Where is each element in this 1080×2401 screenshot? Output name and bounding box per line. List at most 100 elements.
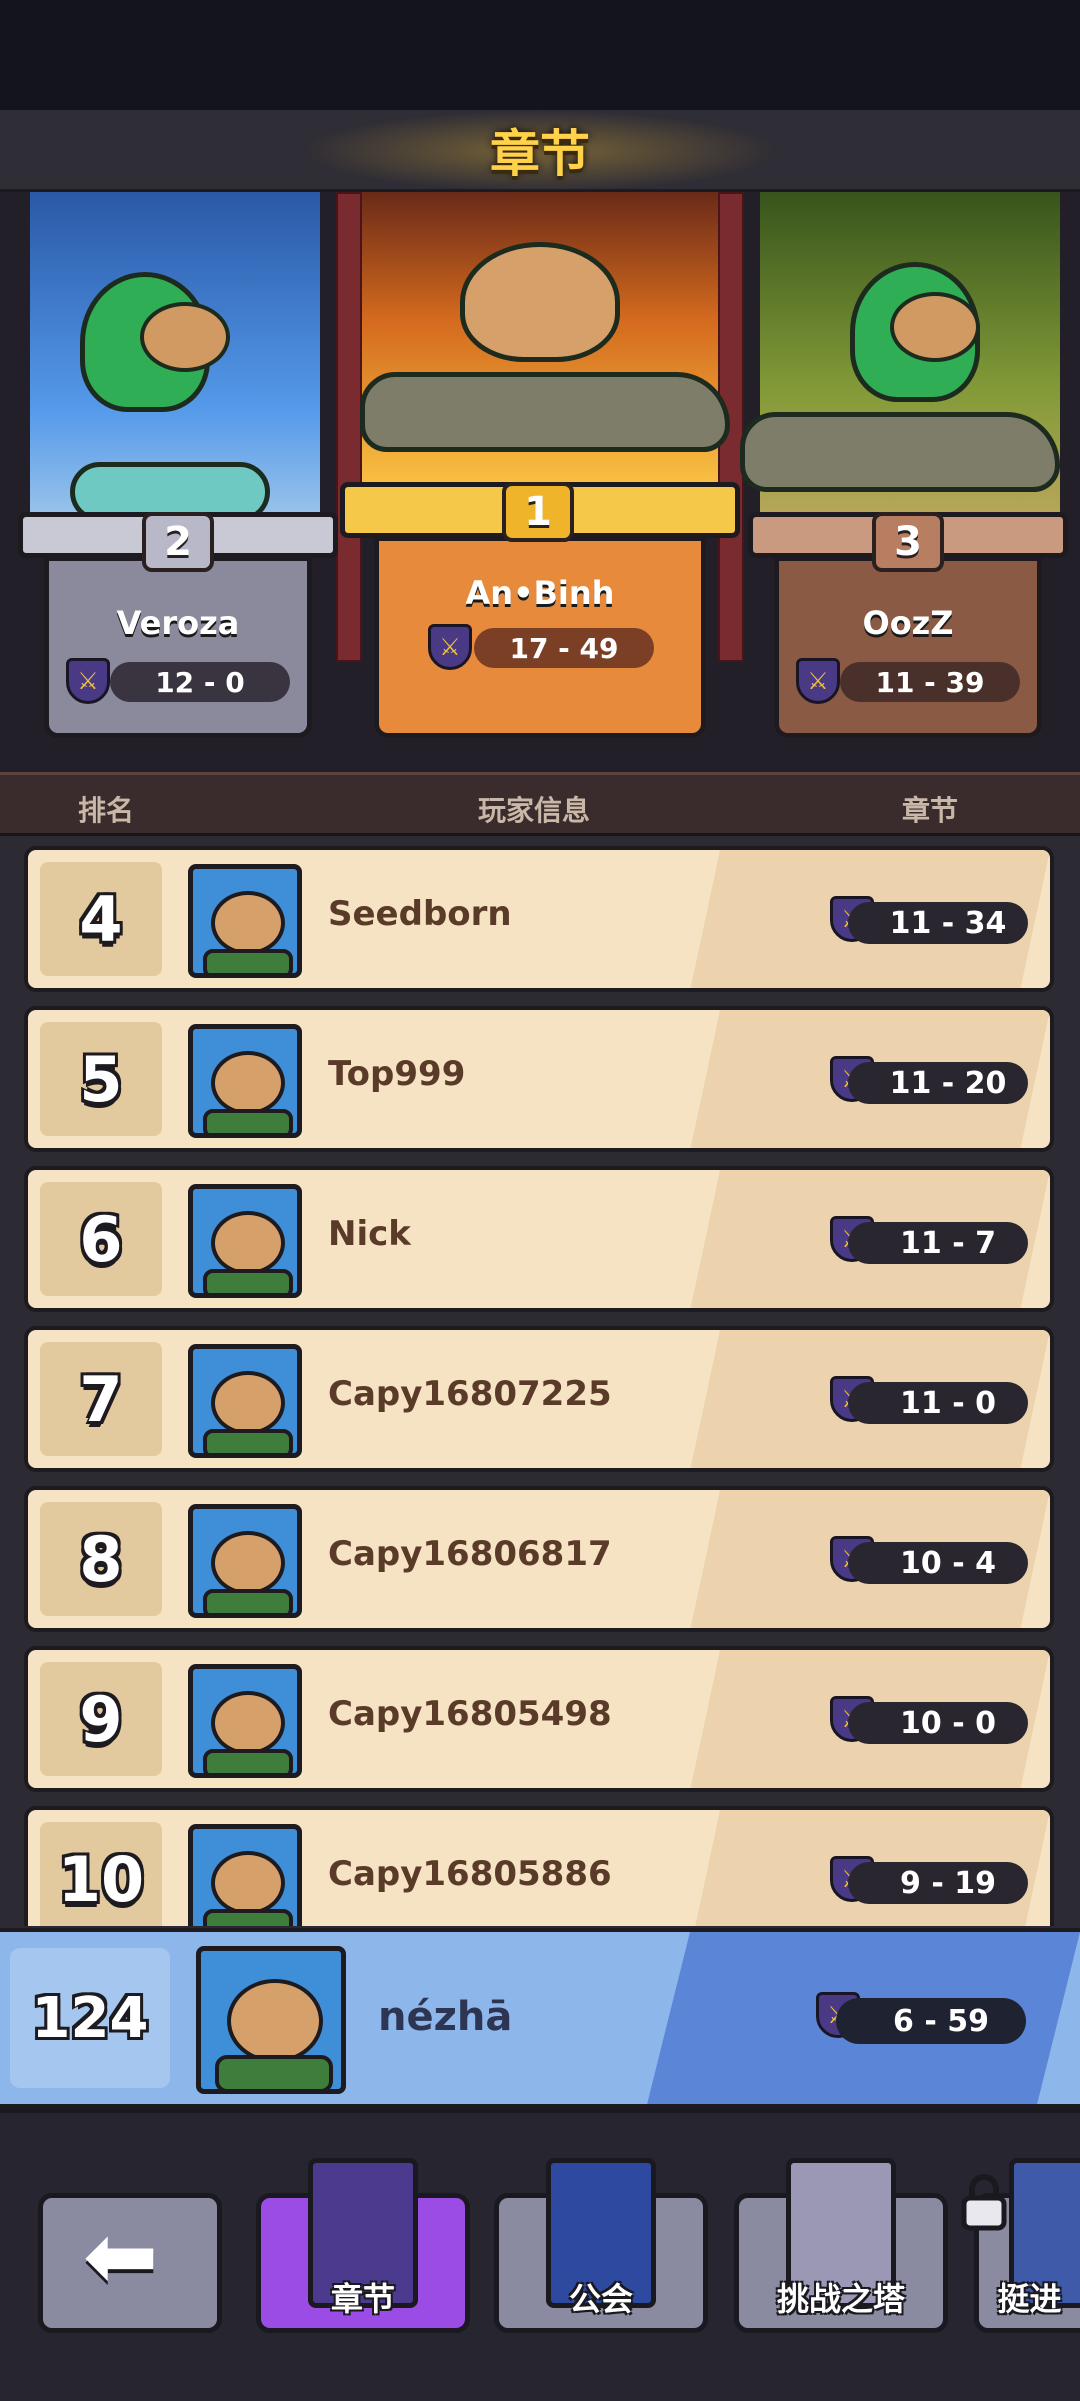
rank-cell: 10 [40, 1822, 162, 1926]
back-button[interactable]: ⬅ [38, 2193, 222, 2333]
tab-label: 公会 [568, 2280, 633, 2318]
capybara-face [890, 292, 980, 362]
chapter-shield-icon: ⚔ [428, 624, 472, 670]
player-name: Top999 [328, 1054, 466, 1094]
crocodile-mount [740, 412, 1060, 492]
podium-score: 17 - 49 [474, 628, 654, 668]
leaderboard-header: 排名 玩家信息 章节 [0, 772, 1080, 836]
lock-icon [961, 2174, 1007, 2231]
rank-number: 4 [79, 882, 123, 956]
capybara-face [211, 891, 285, 955]
chapter-score: 10 - 4 [848, 1542, 1028, 1584]
tab-guild[interactable]: 公会 [494, 2158, 708, 2333]
player-name: Capy16806817 [328, 1534, 612, 1574]
rank-number: 8 [79, 1522, 123, 1596]
capybara-face [211, 1211, 285, 1275]
chapter-score: 9 - 19 [848, 1862, 1028, 1904]
scarf [203, 949, 293, 973]
rank-number: 6 [79, 1202, 123, 1276]
capybara-face [211, 1371, 285, 1435]
rank-cell: 6 [40, 1182, 162, 1296]
podium-player-name: Veroza [116, 604, 240, 642]
capybara-face [211, 1691, 285, 1755]
chapter-score: 11 - 20 [848, 1062, 1028, 1104]
scarf [215, 2055, 333, 2089]
table-row[interactable]: 5 Top999 ⚔ 11 - 20 [24, 1006, 1054, 1152]
avatar[interactable] [188, 1344, 302, 1458]
chapter-score: 11 - 0 [848, 1382, 1028, 1424]
podium-player-name: An•Binh [465, 574, 615, 612]
column-chapter: 章节 [902, 794, 959, 827]
top-three-podium: 2 Veroza ⚔ 12 - 0 1 An•Binh ⚔ 17 - 49 3 … [0, 192, 1080, 772]
scarf [203, 1109, 293, 1133]
rank-badge: 2 [142, 512, 214, 572]
scarf [203, 1269, 293, 1293]
scarf [203, 1429, 293, 1453]
column-player-info: 玩家信息 [478, 794, 591, 827]
player-name: Seedborn [328, 894, 512, 934]
chapter-score: 10 - 0 [848, 1702, 1028, 1744]
rank-number: 10 [57, 1842, 145, 1916]
avatar[interactable] [188, 1824, 302, 1926]
podium-score: 12 - 0 [110, 662, 290, 702]
leaderboard-list[interactable]: 4 Seedborn ⚔ 11 - 34 5 Top999 ⚔ 11 - 20 … [0, 836, 1080, 1926]
capybara-body [460, 242, 620, 362]
tab-label: 章节 [330, 2280, 395, 2318]
current-player-row[interactable]: 124 nézhā ⚔ 6 - 59 [0, 1928, 1080, 2108]
chapter-shield-icon: ⚔ [796, 658, 840, 704]
podium-player-name: OozZ [862, 604, 954, 642]
table-row[interactable]: 6 Nick ⚔ 11 - 7 [24, 1166, 1054, 1312]
player-name: nézhā [378, 1994, 513, 2040]
podium-base [774, 556, 1042, 738]
rank-cell: 8 [40, 1502, 162, 1616]
bottom-nav: ⬅ 章节 公会 挑战之塔 挺进 [0, 2108, 1080, 2401]
avatar[interactable] [188, 864, 302, 978]
crocodile-mount [360, 372, 730, 452]
avatar[interactable] [188, 1024, 302, 1138]
table-row[interactable]: 7 Capy16807225 ⚔ 11 - 0 [24, 1326, 1054, 1472]
chapter-shield-icon: ⚔ [66, 658, 110, 704]
capybara-face [211, 1851, 285, 1915]
title-bar: 章节 [0, 110, 1080, 192]
podium-score: 11 - 39 [840, 662, 1020, 702]
player-name: Nick [328, 1214, 411, 1254]
rank-cell: 4 [40, 862, 162, 976]
capybara-face [211, 1051, 285, 1115]
chapter-score: 11 - 34 [848, 902, 1028, 944]
rank-cell: 124 [10, 1948, 170, 2088]
player-name: Capy16807225 [328, 1374, 612, 1414]
table-row[interactable]: 8 Capy16806817 ⚔ 10 - 4 [24, 1486, 1054, 1632]
table-row[interactable]: 10 Capy16805886 ⚔ 9 - 19 [24, 1806, 1054, 1926]
column-rank: 排名 [78, 794, 135, 827]
podium-rank-3[interactable]: 3 OozZ ⚔ 11 - 39 [748, 512, 1068, 772]
table-row[interactable]: 4 Seedborn ⚔ 11 - 34 [24, 846, 1054, 992]
player-name: Capy16805498 [328, 1694, 612, 1734]
podium-rank-1[interactable]: 1 An•Binh ⚔ 17 - 49 [340, 482, 740, 772]
rank-cell: 7 [40, 1342, 162, 1456]
table-row[interactable]: 9 Capy16805498 ⚔ 10 - 0 [24, 1646, 1054, 1792]
capybara-face [227, 1979, 323, 2063]
rank-number: 124 [31, 1985, 149, 2051]
page-title: 章节 [490, 124, 590, 183]
tab-challenge-tower[interactable]: 挑战之塔 [734, 2158, 948, 2333]
avatar[interactable] [188, 1184, 302, 1298]
scarf [203, 1589, 293, 1613]
tab-chapter[interactable]: 章节 [256, 2158, 470, 2333]
rank-badge: 1 [502, 482, 574, 542]
avatar[interactable] [188, 1664, 302, 1778]
avatar[interactable] [196, 1946, 346, 2094]
rank-cell: 5 [40, 1022, 162, 1136]
chapter-score: 6 - 59 [836, 1998, 1026, 2044]
capybara-face [140, 302, 230, 372]
rank-number: 5 [79, 1042, 123, 1116]
rank-number: 9 [79, 1682, 123, 1756]
rank-number: 7 [79, 1362, 123, 1436]
tab-label: 挑战之塔 [776, 2280, 905, 2318]
rank-badge: 3 [872, 512, 944, 572]
scarf [203, 1749, 293, 1773]
podium-rank-2[interactable]: 2 Veroza ⚔ 12 - 0 [18, 512, 338, 772]
status-bar-area [0, 0, 1080, 110]
avatar[interactable] [188, 1504, 302, 1618]
tab-label: 挺进 [997, 2280, 1062, 2318]
rank-cell: 9 [40, 1662, 162, 1776]
